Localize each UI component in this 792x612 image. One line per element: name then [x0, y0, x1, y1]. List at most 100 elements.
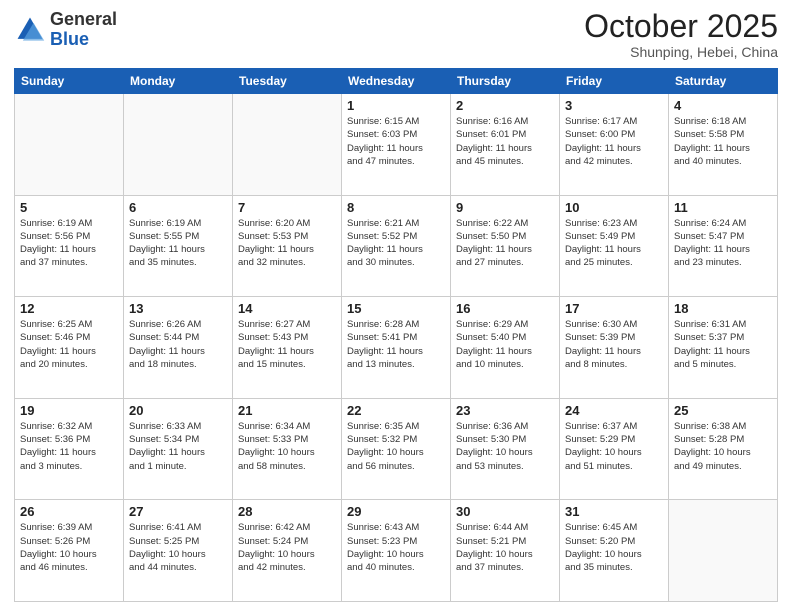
col-wednesday: Wednesday [342, 69, 451, 94]
day-number: 11 [674, 200, 772, 215]
week-row-3: 12 Sunrise: 6:25 AM Sunset: 5:46 PM Dayli… [15, 297, 778, 399]
day-info: Sunrise: 6:34 AM Sunset: 5:33 PM Dayligh… [238, 420, 336, 473]
calendar-cell-w4-d4: 22 Sunrise: 6:35 AM Sunset: 5:32 PM Dayli… [342, 398, 451, 500]
page: General Blue October 2025 Shunping, Hebe… [0, 0, 792, 612]
day-number: 26 [20, 504, 118, 519]
day-number: 29 [347, 504, 445, 519]
day-info: Sunrise: 6:15 AM Sunset: 6:03 PM Dayligh… [347, 115, 445, 168]
calendar-cell-w1-d4: 1 Sunrise: 6:15 AM Sunset: 6:03 PM Daylig… [342, 94, 451, 196]
calendar-cell-w3-d3: 14Sunrise: 6:27 AM Sunset: 5:43 PM Dayli… [233, 297, 342, 399]
calendar-cell-w4-d2: 20 Sunrise: 6:33 AM Sunset: 5:34 PM Dayli… [124, 398, 233, 500]
location: Shunping, Hebei, China [584, 44, 778, 60]
logo: General Blue [14, 10, 117, 50]
day-info: Sunrise: 6:21 AM Sunset: 5:52 PM Dayligh… [347, 217, 445, 270]
day-info: Sunrise: 6:42 AM Sunset: 5:24 PM Dayligh… [238, 521, 336, 574]
calendar-cell-w1-d2 [124, 94, 233, 196]
week-row-2: 5 Sunrise: 6:19 AM Sunset: 5:56 PM Daylig… [15, 195, 778, 297]
day-info: Sunrise: 6:45 AM Sunset: 5:20 PM Dayligh… [565, 521, 663, 574]
day-info: Sunrise: 6:41 AM Sunset: 5:25 PM Dayligh… [129, 521, 227, 574]
day-number: 3 [565, 98, 663, 113]
day-number: 15 [347, 301, 445, 316]
calendar-cell-w5-d3: 28Sunrise: 6:42 AM Sunset: 5:24 PM Dayli… [233, 500, 342, 602]
day-number: 5 [20, 200, 118, 215]
day-info: Sunrise: 6:24 AM Sunset: 5:47 PM Dayligh… [674, 217, 772, 270]
col-saturday: Saturday [669, 69, 778, 94]
calendar-cell-w2-d1: 5 Sunrise: 6:19 AM Sunset: 5:56 PM Daylig… [15, 195, 124, 297]
calendar-cell-w4-d3: 21Sunrise: 6:34 AM Sunset: 5:33 PM Dayli… [233, 398, 342, 500]
day-info: Sunrise: 6:19 AM Sunset: 5:55 PM Dayligh… [129, 217, 227, 270]
calendar-cell-w4-d5: 23 Sunrise: 6:36 AM Sunset: 5:30 PM Dayli… [451, 398, 560, 500]
calendar-cell-w1-d6: 3 Sunrise: 6:17 AM Sunset: 6:00 PM Daylig… [560, 94, 669, 196]
logo-icon [14, 14, 46, 46]
day-number: 23 [456, 403, 554, 418]
calendar-cell-w5-d2: 27 Sunrise: 6:41 AM Sunset: 5:25 PM Dayli… [124, 500, 233, 602]
day-number: 20 [129, 403, 227, 418]
calendar-table: Sunday Monday Tuesday Wednesday Thursday… [14, 68, 778, 602]
day-info: Sunrise: 6:36 AM Sunset: 5:30 PM Dayligh… [456, 420, 554, 473]
calendar-cell-w4-d6: 24 Sunrise: 6:37 AM Sunset: 5:29 PM Dayli… [560, 398, 669, 500]
calendar-cell-w3-d4: 15 Sunrise: 6:28 AM Sunset: 5:41 PM Dayli… [342, 297, 451, 399]
day-info: Sunrise: 6:20 AM Sunset: 5:53 PM Dayligh… [238, 217, 336, 270]
day-number: 10 [565, 200, 663, 215]
day-number: 13 [129, 301, 227, 316]
day-info: Sunrise: 6:39 AM Sunset: 5:26 PM Dayligh… [20, 521, 118, 574]
day-number: 4 [674, 98, 772, 113]
day-info: Sunrise: 6:25 AM Sunset: 5:46 PM Dayligh… [20, 318, 118, 371]
day-info: Sunrise: 6:22 AM Sunset: 5:50 PM Dayligh… [456, 217, 554, 270]
day-number: 17 [565, 301, 663, 316]
calendar-cell-w3-d5: 16 Sunrise: 6:29 AM Sunset: 5:40 PM Dayli… [451, 297, 560, 399]
calendar-cell-w5-d7 [669, 500, 778, 602]
calendar-cell-w5-d5: 30 Sunrise: 6:44 AM Sunset: 5:21 PM Dayli… [451, 500, 560, 602]
calendar-cell-w2-d2: 6 Sunrise: 6:19 AM Sunset: 5:55 PM Daylig… [124, 195, 233, 297]
day-number: 27 [129, 504, 227, 519]
calendar-cell-w2-d7: 11 Sunrise: 6:24 AM Sunset: 5:47 PM Dayli… [669, 195, 778, 297]
day-number: 25 [674, 403, 772, 418]
col-tuesday: Tuesday [233, 69, 342, 94]
day-info: Sunrise: 6:35 AM Sunset: 5:32 PM Dayligh… [347, 420, 445, 473]
logo-general: General [50, 9, 117, 29]
calendar-cell-w3-d1: 12 Sunrise: 6:25 AM Sunset: 5:46 PM Dayli… [15, 297, 124, 399]
calendar-cell-w2-d4: 8 Sunrise: 6:21 AM Sunset: 5:52 PM Daylig… [342, 195, 451, 297]
header: General Blue October 2025 Shunping, Hebe… [14, 10, 778, 60]
calendar-cell-w3-d6: 17Sunrise: 6:30 AM Sunset: 5:39 PM Dayli… [560, 297, 669, 399]
col-friday: Friday [560, 69, 669, 94]
header-row: Sunday Monday Tuesday Wednesday Thursday… [15, 69, 778, 94]
logo-text: General Blue [50, 10, 117, 50]
calendar-cell-w2-d3: 7Sunrise: 6:20 AM Sunset: 5:53 PM Daylig… [233, 195, 342, 297]
logo-blue: Blue [50, 29, 89, 49]
calendar-cell-w3-d7: 18Sunrise: 6:31 AM Sunset: 5:37 PM Dayli… [669, 297, 778, 399]
day-info: Sunrise: 6:16 AM Sunset: 6:01 PM Dayligh… [456, 115, 554, 168]
calendar-cell-w1-d5: 2Sunrise: 6:16 AM Sunset: 6:01 PM Daylig… [451, 94, 560, 196]
day-info: Sunrise: 6:43 AM Sunset: 5:23 PM Dayligh… [347, 521, 445, 574]
day-number: 24 [565, 403, 663, 418]
day-number: 1 [347, 98, 445, 113]
day-info: Sunrise: 6:23 AM Sunset: 5:49 PM Dayligh… [565, 217, 663, 270]
day-info: Sunrise: 6:32 AM Sunset: 5:36 PM Dayligh… [20, 420, 118, 473]
month-title: October 2025 [584, 10, 778, 42]
day-info: Sunrise: 6:26 AM Sunset: 5:44 PM Dayligh… [129, 318, 227, 371]
week-row-1: 1 Sunrise: 6:15 AM Sunset: 6:03 PM Daylig… [15, 94, 778, 196]
day-info: Sunrise: 6:29 AM Sunset: 5:40 PM Dayligh… [456, 318, 554, 371]
day-info: Sunrise: 6:19 AM Sunset: 5:56 PM Dayligh… [20, 217, 118, 270]
day-info: Sunrise: 6:38 AM Sunset: 5:28 PM Dayligh… [674, 420, 772, 473]
day-number: 8 [347, 200, 445, 215]
col-monday: Monday [124, 69, 233, 94]
day-info: Sunrise: 6:27 AM Sunset: 5:43 PM Dayligh… [238, 318, 336, 371]
day-info: Sunrise: 6:28 AM Sunset: 5:41 PM Dayligh… [347, 318, 445, 371]
day-number: 30 [456, 504, 554, 519]
day-info: Sunrise: 6:33 AM Sunset: 5:34 PM Dayligh… [129, 420, 227, 473]
calendar-cell-w4-d7: 25 Sunrise: 6:38 AM Sunset: 5:28 PM Dayli… [669, 398, 778, 500]
day-info: Sunrise: 6:44 AM Sunset: 5:21 PM Dayligh… [456, 521, 554, 574]
day-number: 16 [456, 301, 554, 316]
week-row-5: 26 Sunrise: 6:39 AM Sunset: 5:26 PM Dayli… [15, 500, 778, 602]
calendar-cell-w1-d7: 4Sunrise: 6:18 AM Sunset: 5:58 PM Daylig… [669, 94, 778, 196]
day-info: Sunrise: 6:37 AM Sunset: 5:29 PM Dayligh… [565, 420, 663, 473]
calendar-cell-w2-d5: 9Sunrise: 6:22 AM Sunset: 5:50 PM Daylig… [451, 195, 560, 297]
calendar-cell-w5-d1: 26 Sunrise: 6:39 AM Sunset: 5:26 PM Dayli… [15, 500, 124, 602]
calendar-cell-w3-d2: 13 Sunrise: 6:26 AM Sunset: 5:44 PM Dayli… [124, 297, 233, 399]
day-number: 12 [20, 301, 118, 316]
day-number: 22 [347, 403, 445, 418]
day-number: 6 [129, 200, 227, 215]
day-info: Sunrise: 6:17 AM Sunset: 6:00 PM Dayligh… [565, 115, 663, 168]
calendar-cell-w1-d1 [15, 94, 124, 196]
